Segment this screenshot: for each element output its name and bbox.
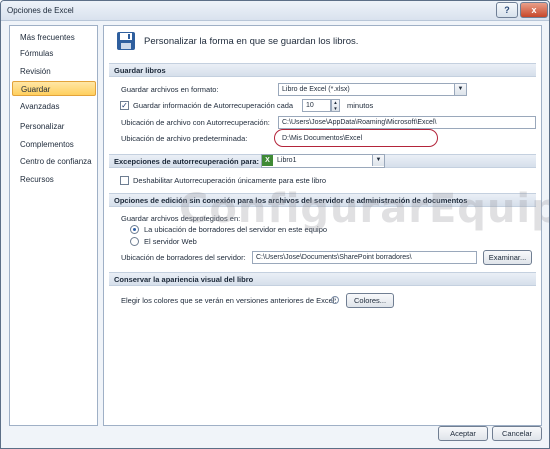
minutes-spinner[interactable]: ▲ ▼ bbox=[331, 99, 340, 112]
title-bar: Opciones de Excel ? x bbox=[1, 1, 549, 21]
cancel-button[interactable]: Cancelar bbox=[492, 426, 542, 441]
panel-header-text: Personalizar la forma en que se guardan … bbox=[144, 36, 359, 47]
save-disk-icon bbox=[117, 32, 135, 50]
format-select[interactable]: Libro de Excel (*.xlsx) ▼ bbox=[278, 83, 467, 96]
autorecover-minutes-input[interactable]: 10 bbox=[302, 99, 331, 112]
minutes-label: minutos bbox=[347, 101, 374, 110]
sidebar-item-personalizar[interactable]: Personalizar bbox=[12, 119, 96, 134]
watermark: ConfigurarEquipos bbox=[179, 186, 549, 232]
autorecover-location-label: Ubicación de archivo con Autorrecuperaci… bbox=[121, 118, 270, 127]
sidebar-item-avanzadas[interactable]: Avanzadas bbox=[12, 99, 96, 114]
disable-autorecover-checkbox[interactable] bbox=[120, 176, 129, 185]
window-title: Opciones de Excel bbox=[7, 6, 74, 15]
autorecover-location-input[interactable]: C:\Users\Jose\AppData\Roaming\Microsoft\… bbox=[278, 116, 536, 129]
colors-button[interactable]: Colores... bbox=[346, 293, 394, 308]
info-icon: i bbox=[331, 296, 339, 304]
sidebar-item-formulas[interactable]: Fórmulas bbox=[12, 46, 96, 61]
autorecover-label: Guardar información de Autorrecuperación… bbox=[133, 101, 294, 110]
save-section-title: Guardar libros bbox=[109, 63, 536, 77]
drafts-location-value: C:\Users\Jose\Documents\SharePoint borra… bbox=[256, 254, 412, 261]
help-button[interactable]: ? bbox=[496, 2, 518, 18]
autorecover-checkbox[interactable]: ✓ bbox=[120, 101, 129, 110]
chevron-down-icon: ▼ bbox=[454, 84, 466, 95]
close-icon: x bbox=[531, 5, 537, 15]
format-value: Libro de Excel (*.xlsx) bbox=[282, 86, 350, 93]
sidebar-item-recursos[interactable]: Recursos bbox=[12, 172, 96, 187]
help-icon: ? bbox=[504, 5, 510, 15]
drafts-location-input[interactable]: C:\Users\Jose\Documents\SharePoint borra… bbox=[252, 251, 477, 264]
exceptions-workbook-select[interactable]: X Libro1 ▼ bbox=[261, 154, 385, 168]
sidebar: Más frecuentes Fórmulas Revisión Guardar… bbox=[9, 25, 98, 426]
radio-web-server-label: El servidor Web bbox=[144, 237, 197, 246]
highlight-ring bbox=[274, 129, 438, 147]
sidebar-item-centro-de-confianza[interactable]: Centro de confianza bbox=[12, 154, 96, 169]
exceptions-workbook-value: Libro1 bbox=[277, 157, 297, 164]
visual-section-title: Conservar la apariencia visual del libro bbox=[109, 272, 536, 286]
close-button[interactable]: x bbox=[520, 2, 548, 18]
exceptions-section-title: Excepciones de autorrecuperación para: bbox=[114, 157, 260, 166]
excel-workbook-icon: X bbox=[262, 155, 273, 166]
radio-web-server[interactable] bbox=[130, 237, 139, 246]
radio-server-drafts[interactable] bbox=[130, 225, 139, 234]
panel-header: Personalizar la forma en que se guardan … bbox=[104, 26, 541, 61]
main-panel: Personalizar la forma en que se guardan … bbox=[103, 25, 549, 426]
drafts-location-label: Ubicación de borradores del servidor: bbox=[121, 253, 246, 262]
chevron-down-icon: ▼ bbox=[372, 155, 384, 166]
sidebar-item-complementos[interactable]: Complementos bbox=[12, 137, 96, 152]
autorecover-location-value: C:\Users\Jose\AppData\Roaming\Microsoft\… bbox=[282, 119, 437, 126]
browse-button[interactable]: Examinar... bbox=[483, 250, 532, 265]
excel-options-dialog: Opciones de Excel ? x Más frecuentes Fór… bbox=[0, 0, 550, 449]
default-location-label: Ubicación de archivo predeterminada: bbox=[121, 134, 248, 143]
sidebar-item-guardar[interactable]: Guardar bbox=[12, 81, 96, 96]
autorecover-minutes-value: 10 bbox=[306, 102, 314, 109]
ok-button[interactable]: Aceptar bbox=[438, 426, 488, 441]
colors-label: Elegir los colores que se verán en versi… bbox=[121, 296, 337, 305]
disable-autorecover-label: Deshabilitar Autorrecuperación únicament… bbox=[133, 176, 327, 185]
sidebar-item-mas-frecuentes[interactable]: Más frecuentes bbox=[12, 30, 96, 45]
format-label: Guardar archivos en formato: bbox=[121, 85, 219, 94]
sidebar-item-revision[interactable]: Revisión bbox=[12, 64, 96, 79]
